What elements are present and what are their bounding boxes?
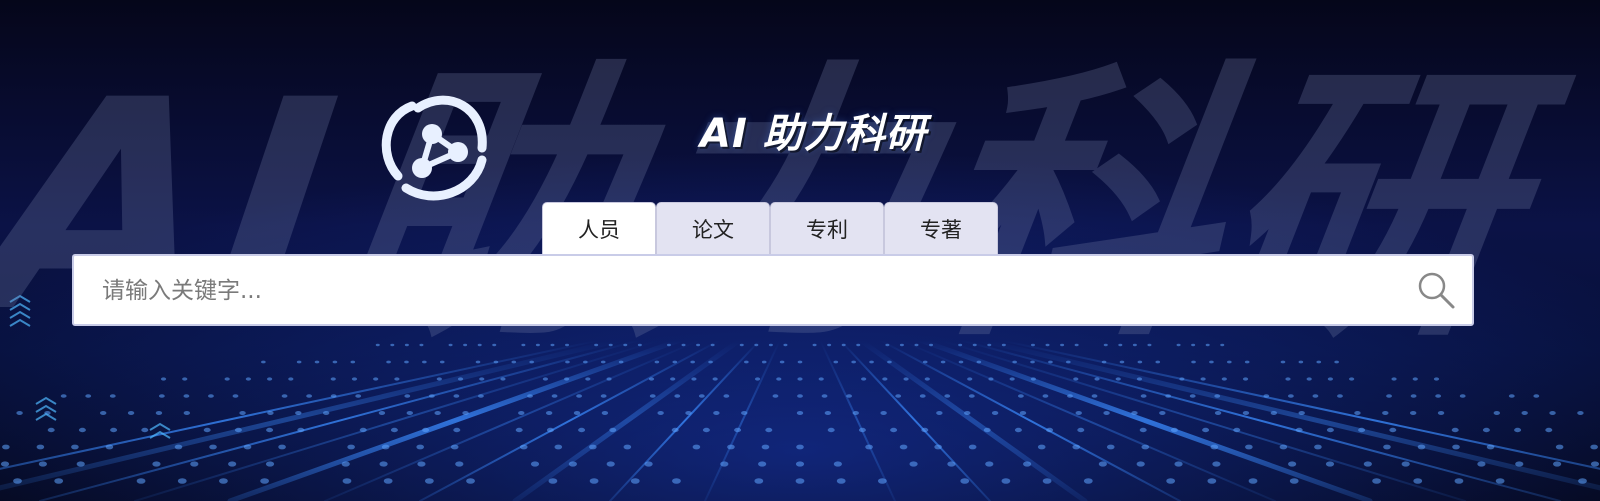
search-category-tabs: 人员 论文 专利 专著	[542, 202, 998, 254]
tab-people[interactable]: 人员	[542, 202, 656, 254]
tab-papers[interactable]: 论文	[656, 202, 770, 254]
search-icon[interactable]	[1416, 270, 1456, 310]
site-title: AI 助力科研	[700, 111, 927, 157]
search-box	[72, 254, 1474, 326]
tab-patents[interactable]: 专利	[770, 202, 884, 254]
atom-orbit-logo-icon	[381, 95, 487, 201]
tab-monographs[interactable]: 专著	[884, 202, 998, 254]
search-input[interactable]	[100, 256, 1404, 326]
